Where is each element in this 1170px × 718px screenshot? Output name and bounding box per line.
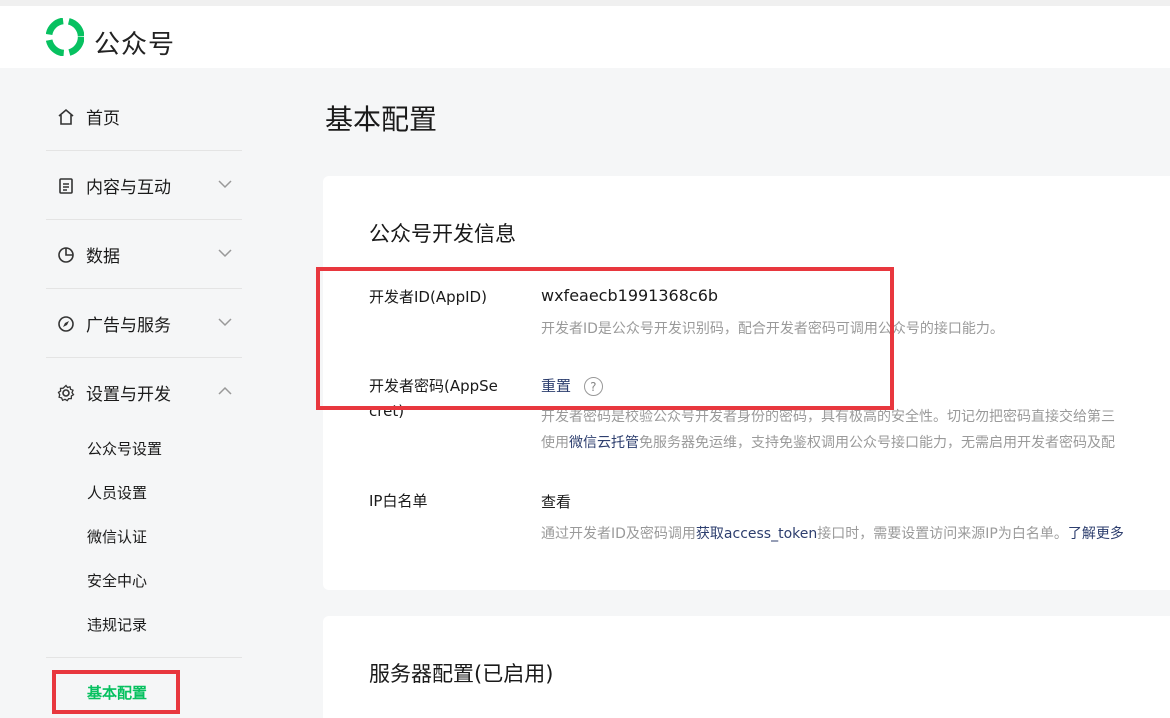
sidebar-divider (46, 657, 242, 658)
desc-text: 使用 (541, 435, 569, 451)
desc-text: 通过开发者ID及密码调用 (541, 526, 696, 542)
pie-chart-icon (56, 245, 76, 265)
card-title: 服务器配置(已启用) (369, 662, 554, 686)
chevron-up-icon[interactable] (218, 384, 232, 398)
desc-text: 免服务器免运维，支持免鉴权调用公众号接口能力，无需启用开发者密码及配 (639, 435, 1115, 451)
sidebar-item-settings[interactable]: 设置与开发 (46, 358, 242, 427)
highlight-box (316, 267, 894, 410)
sub-item-member-settings[interactable]: 人员设置 (87, 482, 147, 503)
compass-icon (56, 314, 76, 334)
sidebar: 首页 内容与互动 数据 广告与服务 设置与开发 公众号设置 人员设置 微信认证 … (0, 68, 290, 718)
ip-whitelist-description: 通过开发者ID及密码调用获取access_token接口时，需要设置访问来源IP… (541, 522, 1124, 546)
sidebar-item-home[interactable]: 首页 (46, 82, 242, 151)
page-title: 基本配置 (325, 103, 438, 136)
chevron-down-icon[interactable] (218, 177, 232, 191)
appsecret-description-line2: 使用微信云托管免服务器免运维，支持免鉴权调用公众号接口能力，无需启用开发者密码及… (541, 431, 1115, 455)
learn-more-link[interactable]: 了解更多 (1068, 526, 1124, 542)
top-bar: 公众号 (0, 0, 1170, 68)
gear-icon (56, 383, 76, 403)
card-title: 公众号开发信息 (369, 222, 516, 246)
server-config-card: 服务器配置(已启用) (323, 616, 1170, 718)
document-icon (56, 176, 76, 196)
sub-item-account-settings[interactable]: 公众号设置 (87, 438, 162, 459)
sidebar-item-label: 广告与服务 (86, 316, 171, 336)
get-access-token-link[interactable]: 获取access_token (696, 526, 817, 542)
sub-item-security-center[interactable]: 安全中心 (87, 570, 147, 591)
brand-title[interactable]: 公众号 (94, 24, 175, 61)
home-icon (56, 107, 76, 127)
sidebar-item-ads[interactable]: 广告与服务 (46, 289, 242, 358)
sidebar-item-content[interactable]: 内容与互动 (46, 151, 242, 220)
sub-item-basic-config[interactable]: 基本配置 (52, 670, 180, 714)
sidebar-item-label: 内容与互动 (86, 178, 171, 198)
wechat-mp-logo-icon[interactable] (46, 18, 84, 56)
sidebar-item-label: 设置与开发 (86, 385, 171, 405)
sidebar-item-label: 数据 (86, 247, 120, 267)
sub-item-label: 基本配置 (87, 683, 148, 702)
sub-item-violation-records[interactable]: 违规记录 (87, 614, 147, 635)
desc-text: 接口时，需要设置访问来源IP为白名单。 (817, 526, 1068, 542)
chevron-down-icon[interactable] (218, 246, 232, 260)
sidebar-item-label: 首页 (86, 109, 120, 129)
sidebar-item-data[interactable]: 数据 (46, 220, 242, 289)
view-ip-whitelist-link[interactable]: 查看 (541, 491, 571, 512)
ip-whitelist-label: IP白名单 (369, 492, 428, 510)
sub-item-wechat-verification[interactable]: 微信认证 (87, 526, 147, 547)
wechat-cloud-hosting-link[interactable]: 微信云托管 (569, 435, 639, 451)
chevron-down-icon[interactable] (218, 315, 232, 329)
